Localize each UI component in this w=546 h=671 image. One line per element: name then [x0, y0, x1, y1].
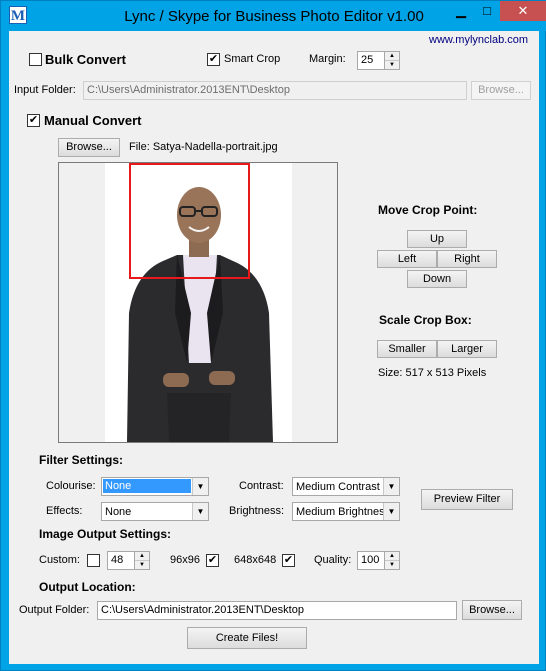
app-window: M Lync / Skype for Business Photo Editor… [0, 0, 546, 671]
photo-preview[interactable] [58, 162, 338, 443]
contrast-select[interactable]: Medium Contrast E ▼ [292, 477, 400, 496]
filter-settings-title: Filter Settings: [39, 453, 124, 467]
manual-convert-label: Manual Convert [44, 113, 142, 128]
size-96-checkbox[interactable]: ✔ [206, 554, 219, 567]
effects-select[interactable]: None ▼ [101, 502, 209, 521]
colourise-value: None [103, 479, 191, 493]
image-output-title: Image Output Settings: [39, 527, 171, 541]
chevron-down-icon[interactable]: ▼ [383, 503, 399, 520]
custom-label: Custom: [39, 554, 80, 566]
custom-size-value: 48 [111, 554, 124, 566]
quality-value: 100 [361, 554, 380, 566]
colourise-label: Colourise: [46, 480, 96, 492]
margin-value: 25 [361, 54, 374, 66]
spin-up-icon[interactable]: ▲ [385, 52, 399, 61]
scale-crop-title: Scale Crop Box: [379, 313, 472, 327]
output-location-title: Output Location: [39, 580, 136, 594]
quality-label: Quality: [314, 554, 352, 566]
smart-crop-checkbox[interactable]: ✔ [207, 53, 220, 66]
close-button[interactable]: ✕ [500, 1, 546, 21]
input-browse-button[interactable]: Browse... [471, 81, 531, 100]
bulk-convert-label: Bulk Convert [45, 52, 126, 67]
title-bar[interactable]: M Lync / Skype for Business Photo Editor… [1, 1, 546, 31]
quality-spinner[interactable]: 100 ▲ ▼ [357, 551, 400, 570]
chevron-down-icon[interactable]: ▼ [192, 503, 208, 520]
chevron-down-icon[interactable]: ▼ [192, 478, 208, 495]
brightness-select[interactable]: Medium Brightness ▼ [292, 502, 400, 521]
output-browse-button[interactable]: Browse... [462, 600, 522, 620]
smart-crop-label: Smart Crop [224, 53, 281, 65]
output-folder-label: Output Folder: [19, 604, 90, 616]
size-96-label: 96x96 [170, 554, 200, 566]
custom-size-checkbox[interactable] [87, 554, 100, 567]
margin-label: Margin: [309, 53, 346, 65]
manual-convert-checkbox[interactable]: ✔ [27, 114, 40, 127]
create-files-button[interactable]: Create Files! [187, 627, 307, 649]
input-folder-field[interactable]: C:\Users\Administrator.2013ENT\Desktop [83, 81, 467, 100]
contrast-label: Contrast: [239, 480, 284, 492]
brightness-label: Brightness: [229, 505, 285, 517]
scale-smaller-button[interactable]: Smaller [377, 340, 437, 358]
minimize-button[interactable]: ▁ [448, 1, 474, 21]
crop-size-text: Size: 517 x 513 Pixels [378, 367, 487, 379]
size-648-label: 648x648 [234, 554, 277, 566]
spin-up-icon[interactable]: ▲ [385, 552, 399, 561]
manual-browse-button[interactable]: Browse... [58, 138, 120, 157]
bulk-convert-checkbox[interactable] [29, 53, 42, 66]
output-folder-field[interactable]: C:\Users\Administrator.2013ENT\Desktop [97, 601, 457, 620]
chevron-down-icon[interactable]: ▼ [383, 478, 399, 495]
client-area: www.mylynclab.com Bulk Convert ✔ Smart C… [9, 31, 539, 664]
scale-larger-button[interactable]: Larger [437, 340, 497, 358]
brightness-value: Medium Brightness [296, 506, 384, 518]
effects-label: Effects: [46, 505, 83, 517]
colourise-select[interactable]: None ▼ [101, 477, 209, 496]
file-name-text: File: Satya-Nadella-portrait.jpg [129, 141, 278, 153]
contrast-value: Medium Contrast E [296, 481, 384, 493]
crop-right-button[interactable]: Right [437, 250, 497, 268]
effects-value: None [105, 506, 132, 518]
crop-left-button[interactable]: Left [377, 250, 437, 268]
spin-up-icon[interactable]: ▲ [135, 552, 149, 561]
spin-down-icon[interactable]: ▼ [385, 61, 399, 70]
maximize-button[interactable]: □ [474, 1, 500, 21]
size-648-checkbox[interactable]: ✔ [282, 554, 295, 567]
preview-filter-button[interactable]: Preview Filter [421, 489, 513, 510]
move-crop-title: Move Crop Point: [378, 203, 478, 217]
crop-box-overlay[interactable] [129, 163, 250, 279]
custom-size-spinner[interactable]: 48 ▲ ▼ [107, 551, 150, 570]
margin-spinner[interactable]: 25 ▲ ▼ [357, 51, 400, 70]
input-folder-label: Input Folder: [14, 84, 76, 96]
website-link[interactable]: www.mylynclab.com [429, 34, 528, 46]
crop-up-button[interactable]: Up [407, 230, 467, 248]
spin-down-icon[interactable]: ▼ [385, 561, 399, 570]
spin-down-icon[interactable]: ▼ [135, 561, 149, 570]
crop-down-button[interactable]: Down [407, 270, 467, 288]
